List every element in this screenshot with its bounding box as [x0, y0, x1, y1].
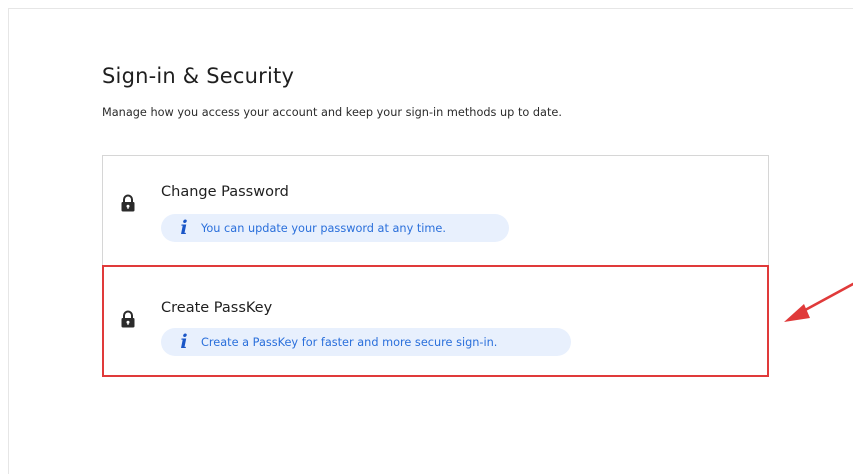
lock-icon: [121, 194, 135, 212]
security-options-card: Change Password i You can update your pa…: [102, 155, 769, 377]
option-create-passkey[interactable]: Create PassKey i Create a PassKey for fa…: [103, 266, 768, 378]
info-icon: i: [180, 216, 188, 239]
page-subtitle: Manage how you access your account and k…: [102, 106, 562, 119]
info-text: Create a PassKey for faster and more sec…: [201, 335, 498, 349]
pointer-arrow-icon: [784, 282, 853, 322]
lock-icon: [121, 310, 135, 328]
info-icon: i: [180, 330, 188, 353]
option-change-password[interactable]: Change Password i You can update your pa…: [103, 156, 768, 266]
option-title: Change Password: [161, 184, 289, 200]
info-message: i You can update your password at any ti…: [161, 214, 509, 242]
page-title: Sign-in & Security: [102, 64, 295, 88]
page: Sign-in & Security Manage how you access…: [0, 0, 853, 474]
option-title: Create PassKey: [161, 300, 273, 316]
info-message: i Create a PassKey for faster and more s…: [161, 328, 571, 356]
info-text: You can update your password at any time…: [201, 221, 446, 235]
